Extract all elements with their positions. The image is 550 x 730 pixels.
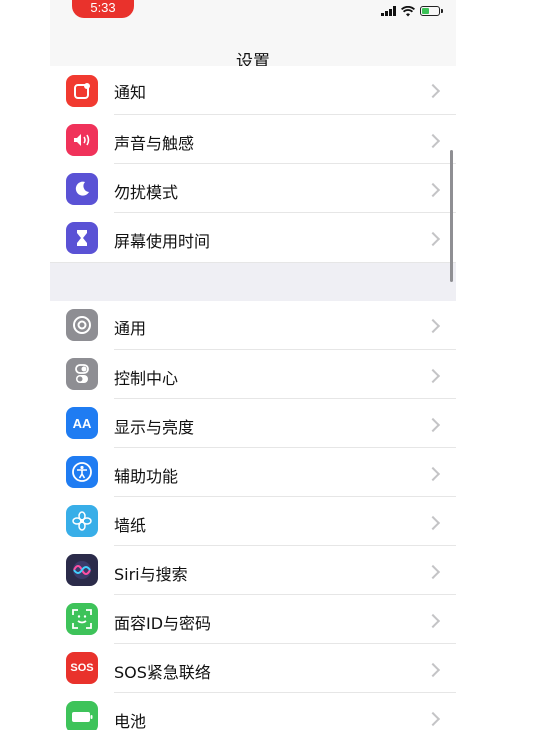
settings-row-control-center[interactable]: 控制中心 <box>50 350 456 399</box>
settings-row-do-not-disturb[interactable]: 勿扰模式 <box>50 164 456 213</box>
section-separator <box>50 262 456 302</box>
chevron-right-icon <box>425 182 441 198</box>
settings-row-label: Siri与搜索 <box>114 565 188 584</box>
status-bar: 5:33 <box>50 0 456 30</box>
settings-row-accessibility[interactable]: 辅助功能 <box>50 448 456 497</box>
settings-row-label: 墙纸 <box>114 516 147 535</box>
settings-row-emergency-sos[interactable]: SOS SOS紧急联络 <box>50 644 456 693</box>
settings-row-general[interactable]: 通用 <box>50 301 456 350</box>
chevron-right-icon <box>425 83 441 99</box>
cellular-signal-icon <box>381 6 396 16</box>
notification-icon <box>66 75 98 107</box>
chevron-right-icon <box>425 515 441 531</box>
chevron-right-icon <box>425 133 441 149</box>
settings-row-label: 勿扰模式 <box>114 183 179 202</box>
phone-screen: 5:33 设置 通知 声音与触感 勿扰模式 屏幕使用时间 通用 控制中心 AA … <box>50 0 456 730</box>
speaker-icon <box>66 124 98 156</box>
hourglass-icon <box>66 222 98 254</box>
settings-row-label: 显示与亮度 <box>114 418 195 437</box>
settings-row-label: 屏幕使用时间 <box>114 232 211 251</box>
face-id-icon <box>66 603 98 635</box>
settings-row-label: SOS紧急联络 <box>114 663 211 682</box>
chevron-right-icon <box>425 613 441 629</box>
chevron-right-icon <box>425 318 441 334</box>
settings-row-display-brightness[interactable]: AA 显示与亮度 <box>50 399 456 448</box>
siri-icon <box>66 554 98 586</box>
chevron-right-icon <box>425 231 441 247</box>
sos-icon: SOS <box>66 652 98 684</box>
settings-row-label: 控制中心 <box>114 369 179 388</box>
settings-row-label: 电池 <box>114 712 147 730</box>
aa-icon: AA <box>66 407 98 439</box>
settings-row-battery[interactable]: 电池 <box>50 693 456 730</box>
settings-row-sounds[interactable]: 声音与触感 <box>50 115 456 164</box>
toggle-icon <box>66 358 98 390</box>
chevron-right-icon <box>425 564 441 580</box>
chevron-right-icon <box>425 417 441 433</box>
settings-row-label: 通知 <box>114 83 147 102</box>
scrollbar[interactable] <box>450 150 453 282</box>
wifi-icon <box>401 5 415 17</box>
settings-row-screen-time[interactable]: 屏幕使用时间 <box>50 213 456 262</box>
gear-icon <box>66 309 98 341</box>
battery-status-icon <box>420 6 443 16</box>
settings-row-label: 通用 <box>114 319 147 338</box>
settings-row-siri-search[interactable]: Siri与搜索 <box>50 546 456 595</box>
settings-row-label: 声音与触感 <box>114 134 195 153</box>
chevron-right-icon <box>425 711 441 727</box>
settings-row-label: 面容ID与密码 <box>114 614 212 633</box>
chevron-right-icon <box>425 662 441 678</box>
moon-icon <box>66 173 98 205</box>
flower-icon <box>66 505 98 537</box>
chevron-right-icon <box>425 466 441 482</box>
settings-row-wallpaper[interactable]: 墙纸 <box>50 497 456 546</box>
chevron-right-icon <box>425 368 441 384</box>
status-icons <box>381 4 443 18</box>
settings-row-notifications[interactable]: 通知 <box>50 66 456 115</box>
settings-row-face-id-passcode[interactable]: 面容ID与密码 <box>50 595 456 644</box>
battery-icon <box>66 701 98 730</box>
accessibility-icon <box>66 456 98 488</box>
status-time: 5:33 <box>72 0 134 18</box>
settings-row-label: 辅助功能 <box>114 467 179 486</box>
